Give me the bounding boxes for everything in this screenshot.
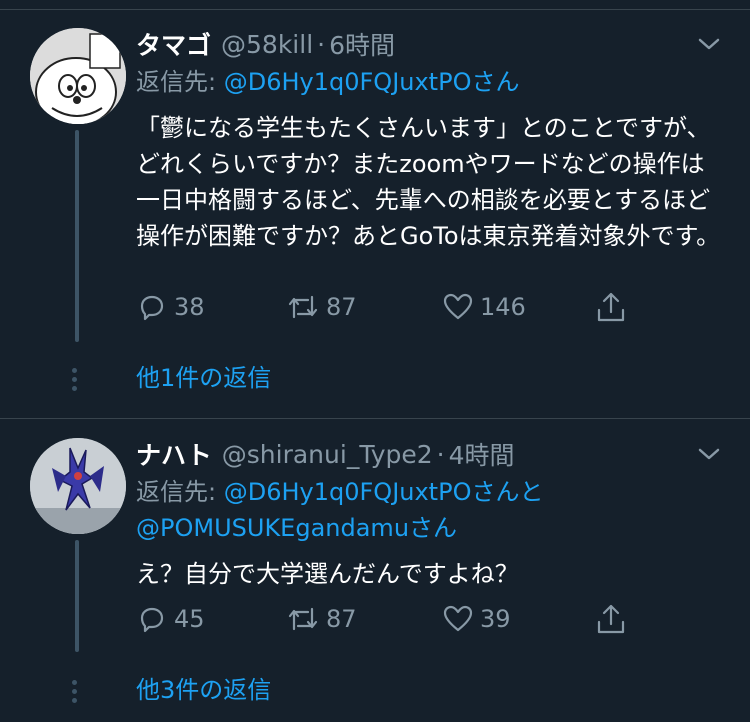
reply-count: 45 xyxy=(174,605,205,633)
timestamp[interactable]: 4時間 xyxy=(449,436,515,472)
share-icon xyxy=(597,604,625,634)
share-button[interactable] xyxy=(594,601,634,637)
tweet-body: 「鬱になる学生もたくさんいます」とのことですが、どれくらいですか？またzoomや… xyxy=(136,114,721,250)
share-icon xyxy=(597,292,625,322)
reply-to-prefix: 返信先: xyxy=(136,478,224,506)
retweet-icon xyxy=(288,607,318,631)
timestamp[interactable]: 6時間 xyxy=(329,26,395,62)
tweet-actions: 38 87 146 xyxy=(136,289,636,325)
reply-to-line-2: @POMUSUKEgandamuさん xyxy=(136,510,457,546)
avatar-image xyxy=(30,438,126,534)
thread-line xyxy=(75,540,79,652)
more-replies-dots xyxy=(72,368,80,395)
more-replies-link[interactable]: 他1件の返信 xyxy=(136,360,271,396)
reply-button[interactable]: 38 xyxy=(136,289,205,325)
tweet-body: え？自分で大学選んだんですよね？ xyxy=(136,560,519,588)
user-handle[interactable]: @58kill xyxy=(221,30,313,59)
retweet-button[interactable]: 87 xyxy=(286,289,357,325)
top-divider xyxy=(0,0,750,10)
reply-to-prefix: 返信先: xyxy=(136,68,224,96)
like-count: 146 xyxy=(480,293,526,321)
retweet-button[interactable]: 87 xyxy=(286,601,357,637)
more-replies-link[interactable]: 他3件の返信 xyxy=(136,672,271,708)
separator-dot: · xyxy=(436,439,445,469)
display-name[interactable]: ナハト xyxy=(136,436,212,472)
tweet-header: ナハト @shiranui_Type2 · 4時間 xyxy=(136,436,515,472)
heart-icon xyxy=(443,293,473,320)
retweet-count: 87 xyxy=(326,605,357,633)
avatar-image xyxy=(30,28,126,124)
avatar[interactable] xyxy=(30,438,126,534)
share-button[interactable] xyxy=(594,289,634,325)
thread-line xyxy=(75,130,79,342)
like-button[interactable]: 146 xyxy=(442,289,526,325)
tweet-actions: 45 87 39 xyxy=(136,601,636,637)
display-name[interactable]: タマゴ xyxy=(136,26,211,62)
reply-to-line: 返信先: @D6Hy1q0FQJuxtPOさんと xyxy=(136,474,543,510)
tweet-header: タマゴ @58kill · 6時間 xyxy=(136,26,395,62)
reply-to-link[interactable]: @D6Hy1q0FQJuxtPOさん xyxy=(224,68,520,96)
user-handle[interactable]: @shiranui_Type2 xyxy=(222,440,433,469)
reply-count: 38 xyxy=(174,293,205,321)
reply-to-line: 返信先: @D6Hy1q0FQJuxtPOさん xyxy=(136,64,519,100)
chevron-down-icon[interactable] xyxy=(694,34,724,54)
reply-icon xyxy=(140,607,164,633)
heart-icon xyxy=(443,605,473,632)
more-replies-dots xyxy=(72,680,80,707)
chevron-down-icon[interactable] xyxy=(694,444,724,464)
separator-dot: · xyxy=(317,29,326,59)
reply-to-link[interactable]: @D6Hy1q0FQJuxtPOさんと xyxy=(224,478,544,506)
like-count: 39 xyxy=(480,605,511,633)
like-button[interactable]: 39 xyxy=(442,601,511,637)
tweet-divider xyxy=(0,418,750,419)
avatar[interactable] xyxy=(30,28,126,124)
reply-icon xyxy=(140,295,164,321)
retweet-count: 87 xyxy=(326,293,357,321)
reply-to-link-2[interactable]: @POMUSUKEgandamuさん xyxy=(136,514,457,542)
reply-button[interactable]: 45 xyxy=(136,601,205,637)
retweet-icon xyxy=(288,295,318,319)
